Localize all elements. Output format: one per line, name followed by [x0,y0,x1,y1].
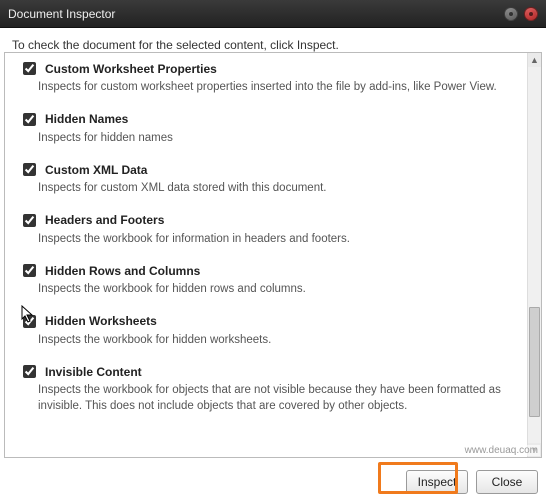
item-hidden-worksheets: Hidden Worksheets Inspects the workbook … [19,312,519,349]
inspection-list-panel: Custom Worksheet Properties Inspects for… [4,52,542,458]
checkbox-invisible-content[interactable] [23,365,36,378]
watermark-text: www.deuaq.com [463,445,540,456]
help-button[interactable] [504,7,518,21]
item-title: Hidden Names [45,112,128,126]
item-invisible-content: Invisible Content Inspects the workbook … [19,362,519,414]
item-headers-and-footers: Headers and Footers Inspects the workboo… [19,211,519,248]
item-title: Hidden Worksheets [45,314,157,328]
close-window-button[interactable] [524,7,538,21]
checkbox-hidden-worksheets[interactable] [23,315,36,328]
item-desc: Inspects the workbook for hidden rows an… [38,282,508,298]
item-title: Custom Worksheet Properties [45,62,217,76]
item-desc: Inspects the workbook for hidden workshe… [38,333,508,349]
titlebar-controls [504,7,538,21]
item-desc: Inspects for hidden names [38,131,508,147]
window-title: Document Inspector [8,7,115,21]
item-hidden-rows-and-columns: Hidden Rows and Columns Inspects the wor… [19,261,519,298]
item-desc: Inspects the workbook for objects that a… [38,383,508,414]
checkbox-custom-xml-data[interactable] [23,163,36,176]
item-title: Hidden Rows and Columns [45,264,200,278]
item-desc: Inspects for custom XML data stored with… [38,181,508,197]
scroll-up-arrow-icon[interactable]: ▲ [528,53,541,67]
close-button[interactable]: Close [476,470,538,494]
item-hidden-names: Hidden Names Inspects for hidden names [19,110,519,147]
checkbox-headers-and-footers[interactable] [23,214,36,227]
item-custom-worksheet-properties: Custom Worksheet Properties Inspects for… [19,59,519,96]
item-title: Custom XML Data [45,163,147,177]
checkbox-hidden-rows-and-columns[interactable] [23,264,36,277]
dialog-button-bar: Inspect Close [406,470,538,494]
item-title: Headers and Footers [45,213,164,227]
scroll-track[interactable] [528,67,541,443]
inspect-button[interactable]: Inspect [406,470,468,494]
checkbox-custom-worksheet-properties[interactable] [23,62,36,75]
scroll-thumb[interactable] [529,307,540,417]
checkbox-hidden-names[interactable] [23,113,36,126]
titlebar: Document Inspector [0,0,546,28]
item-title: Invisible Content [45,365,142,379]
item-desc: Inspects the workbook for information in… [38,232,508,248]
inspection-items: Custom Worksheet Properties Inspects for… [5,53,527,457]
item-desc: Inspects for custom worksheet properties… [38,80,508,96]
item-custom-xml-data: Custom XML Data Inspects for custom XML … [19,160,519,197]
vertical-scrollbar[interactable]: ▲ ▼ [527,53,541,457]
